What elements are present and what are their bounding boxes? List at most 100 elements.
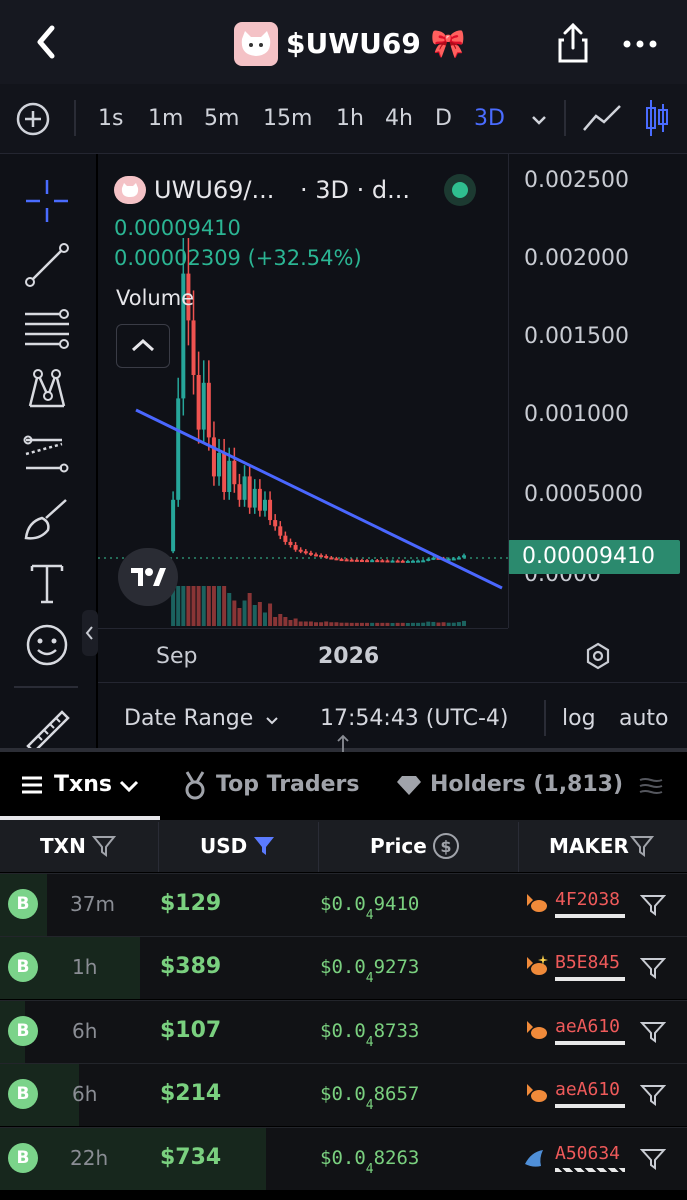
add-indicator-icon[interactable]	[16, 102, 50, 136]
x-tick: Sep	[156, 644, 198, 669]
txn-price: $0.048263	[320, 1144, 419, 1177]
brush-tool-icon[interactable]	[22, 496, 72, 546]
candlestick-icon[interactable]	[644, 98, 670, 138]
candle-body	[349, 559, 354, 562]
price-zero-count: 4	[365, 1161, 374, 1177]
trendline-tool-icon[interactable]	[22, 240, 72, 290]
volume-bar	[390, 623, 395, 626]
filter-icon[interactable]	[639, 1019, 667, 1045]
column-header-usd[interactable]: USD	[200, 832, 247, 860]
dollar-coin-icon[interactable]: $	[432, 832, 460, 860]
price-digits: 8733	[373, 1020, 420, 1042]
timeframe-15m[interactable]: 15m	[263, 104, 312, 134]
text-tool-icon[interactable]	[22, 558, 72, 608]
candle-body	[456, 557, 461, 560]
volume-bar	[252, 605, 257, 626]
volume-bar	[262, 612, 267, 626]
chart-settings-icon[interactable]	[584, 642, 612, 670]
candle-body	[293, 545, 298, 550]
txn-usd: $107	[160, 1018, 222, 1043]
candle-body	[298, 549, 303, 552]
filter-active-icon[interactable]	[252, 834, 276, 858]
filter-icon[interactable]	[91, 834, 117, 858]
filter-icon[interactable]	[639, 955, 667, 981]
forecast-tool-icon[interactable]	[22, 430, 72, 480]
candle-body	[334, 558, 339, 561]
column-header-txn[interactable]: TXN	[40, 832, 86, 860]
column-header-price[interactable]: Price	[370, 832, 427, 860]
volume-bar	[426, 621, 431, 626]
filter-icon[interactable]	[639, 1146, 667, 1172]
ruler-tool-icon[interactable]	[22, 704, 72, 754]
trendline[interactable]	[135, 408, 503, 590]
maker-address[interactable]: A50634	[555, 1141, 620, 1167]
timeframe-1h[interactable]: 1h	[336, 104, 364, 134]
candle-body	[196, 375, 201, 430]
more-icon[interactable]	[622, 36, 658, 50]
back-chevron-icon[interactable]	[30, 22, 64, 62]
maker-address[interactable]: B5E845	[555, 950, 620, 976]
fib-retracement-icon[interactable]	[22, 304, 72, 354]
candle-body	[385, 560, 390, 563]
timeframe-4h[interactable]: 4h	[385, 104, 413, 134]
auto-toggle[interactable]: auto	[619, 704, 669, 734]
candles	[171, 238, 466, 563]
price-prefix: $0.0	[320, 1083, 366, 1105]
filter-icon[interactable]	[629, 834, 655, 858]
timeframe-3d[interactable]: 3D	[474, 104, 505, 134]
y-tick: 0.0005000	[524, 482, 643, 507]
candle-body	[380, 560, 385, 563]
candle-body	[390, 560, 395, 563]
price-zero-count: 4	[365, 907, 374, 923]
maker-underline	[555, 1041, 625, 1045]
candle-body	[426, 558, 431, 561]
symbol-avatar	[114, 176, 146, 204]
tradingview-logo[interactable]	[118, 548, 178, 606]
column-header-maker[interactable]: MAKER	[549, 832, 629, 860]
timeframe-5m[interactable]: 5m	[204, 104, 239, 134]
chevron-down-icon[interactable]	[264, 712, 280, 725]
timeframe-d[interactable]: D	[435, 104, 452, 134]
x-tick: 2026	[318, 644, 380, 669]
price-zero-count: 4	[365, 970, 374, 986]
date-range-button[interactable]: Date Range	[124, 704, 253, 734]
volume-bar	[217, 586, 222, 626]
txn-price: $0.049410	[320, 890, 420, 923]
price-digits: 9273	[373, 956, 420, 978]
chevron-down-icon[interactable]	[530, 112, 548, 126]
buy-badge: B	[8, 1016, 38, 1046]
price-prefix: $0.0	[320, 956, 366, 978]
volume-bar	[349, 622, 354, 626]
candle-body	[375, 560, 380, 563]
chevron-down-icon[interactable]	[118, 778, 140, 793]
candle-body	[329, 557, 334, 560]
more-tabs-icon[interactable]	[638, 776, 664, 796]
tab-txns[interactable]: Txns	[54, 768, 112, 802]
volume-bar	[370, 622, 375, 626]
pattern-tool-icon[interactable]	[22, 366, 72, 416]
collapse-legend-button[interactable]	[116, 324, 170, 368]
emoji-tool-icon[interactable]	[22, 620, 72, 670]
timeframe-1m[interactable]: 1m	[148, 104, 183, 134]
txn-price: $0.048733	[320, 1017, 420, 1050]
crosshair-icon[interactable]	[22, 176, 72, 226]
maker-address[interactable]: aeA610	[555, 1077, 620, 1103]
filter-icon[interactable]	[639, 1082, 667, 1108]
filter-icon[interactable]	[639, 892, 667, 918]
log-toggle[interactable]: log	[562, 704, 596, 734]
tab-holders[interactable]: Holders (1,813)	[430, 768, 623, 802]
price-digits: 9410	[373, 893, 420, 915]
share-icon[interactable]	[556, 22, 590, 64]
maker-address[interactable]: 4F2038	[555, 887, 620, 913]
line-chart-icon[interactable]	[582, 102, 622, 134]
diamond-icon	[396, 774, 422, 796]
sparkle-fish-icon	[521, 953, 549, 981]
volume-bar	[283, 617, 288, 626]
volume-bar	[436, 622, 441, 626]
price-tag-label: 0.00009410	[522, 544, 655, 569]
maker-address[interactable]: aeA610	[555, 1014, 620, 1040]
volume-bar	[380, 622, 385, 626]
timeframe-1s[interactable]: 1s	[98, 104, 123, 134]
tab-top-traders[interactable]: Top Traders	[216, 768, 360, 802]
collapse-toolbar-button[interactable]	[82, 610, 98, 656]
